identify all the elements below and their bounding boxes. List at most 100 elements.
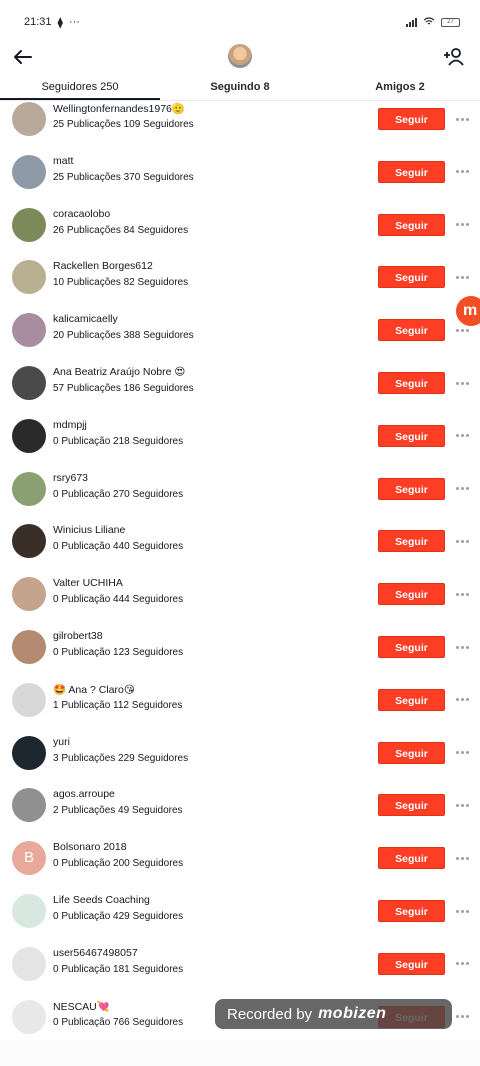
avatar[interactable] [12, 154, 46, 189]
follow-button[interactable]: Seguir [378, 583, 445, 606]
status-right: 27 [406, 16, 460, 28]
list-item[interactable]: kalicamicaelly 20 Publicações 388 Seguido… [0, 306, 480, 359]
avatar[interactable] [12, 524, 46, 559]
follow-button[interactable]: Seguir [378, 477, 445, 500]
avatar[interactable] [12, 788, 46, 823]
username[interactable]: yuri [53, 736, 70, 748]
list-item[interactable]: mdmpjj 0 Publicação 218 Seguidores Seguir [0, 412, 480, 465]
follow-button[interactable]: Seguir [378, 636, 445, 658]
avatar[interactable] [12, 366, 46, 400]
avatar[interactable] [12, 102, 46, 136]
list-item[interactable]: B Bolsonaro 2018 0 Publicação 200 Seguidor… [0, 834, 480, 887]
avatar[interactable]: B [12, 841, 46, 876]
user-stats: 0 Publicação 440 Seguidores [53, 541, 184, 553]
profile-avatar[interactable] [228, 44, 252, 68]
user-stats: 10 Publicações 82 Seguidores [53, 277, 189, 289]
avatar[interactable] [12, 999, 46, 1034]
list-item[interactable]: rsry673 0 Publicação 270 Seguidores Seguir [0, 465, 480, 518]
more-options-icon[interactable] [456, 908, 470, 914]
list-item[interactable]: Rackellen Borges612 10 Publicações 82 Seg… [0, 253, 480, 306]
more-options-icon[interactable] [456, 961, 470, 967]
add-user-icon[interactable] [441, 44, 467, 70]
list-item[interactable]: Winicius Liliane 0 Publicação 440 Seguido… [0, 517, 480, 570]
username[interactable]: Valter UCHIHA [53, 577, 123, 589]
avatar[interactable] [12, 471, 46, 506]
bottom-nav-bar [0, 1040, 480, 1066]
username[interactable]: Winicius Liliane [53, 524, 125, 536]
follow-button[interactable]: Seguir [378, 688, 445, 711]
mobizen-fab-button[interactable]: m [456, 296, 480, 326]
follow-button[interactable]: Seguir [378, 952, 445, 975]
username[interactable]: Rackellen Borges612 [53, 260, 153, 272]
list-item[interactable]: yuri 3 Publicações 229 Seguidores Seguir [0, 729, 480, 782]
list-item[interactable]: 🤩 Ana ? Claro😘 1 Publicação 112 Seguidore… [0, 676, 480, 729]
username[interactable]: Wellingtonfernandes1976🫡 [53, 102, 185, 115]
list-item[interactable]: gilrobert38 0 Publicação 123 Seguidores Se… [0, 623, 480, 676]
username[interactable]: 🤩 Ana ? Claro😘 [53, 683, 135, 696]
list-item[interactable]: agos.arroupe 2 Publicações 49 Seguidores S… [0, 781, 480, 834]
list-item[interactable]: Wellingtonfernandes1976🫡 25 Publicações 1… [0, 95, 480, 148]
follow-button[interactable]: Seguir [378, 213, 445, 236]
follow-button[interactable]: Seguir [378, 160, 445, 183]
username[interactable]: Life Seeds Coaching [53, 894, 150, 906]
username[interactable]: Bolsonaro 2018 [53, 841, 127, 853]
wifi-icon [423, 16, 435, 28]
username[interactable]: gilrobert38 [53, 630, 103, 642]
avatar[interactable] [12, 630, 46, 664]
more-options-icon[interactable] [456, 750, 470, 756]
follow-button[interactable]: Seguir [378, 741, 445, 764]
more-options-icon[interactable] [456, 1014, 470, 1020]
follow-button[interactable]: Seguir [378, 108, 445, 130]
username[interactable]: coracaolobo [53, 208, 110, 220]
follow-button[interactable]: Seguir [378, 372, 445, 394]
more-options-icon[interactable] [456, 380, 470, 386]
follow-button[interactable]: Seguir [378, 424, 445, 447]
list-item[interactable]: Life Seeds Coaching 0 Publicação 429 Segu… [0, 887, 480, 940]
username[interactable]: Ana Beatriz Araújo Nobre 😍 [53, 366, 185, 378]
follow-button[interactable]: Seguir [378, 794, 445, 817]
avatar[interactable] [12, 894, 46, 928]
more-options-icon[interactable] [456, 855, 470, 861]
avatar[interactable] [12, 260, 46, 295]
list-item[interactable]: coracaolobo 26 Publicações 84 Seguidores S… [0, 201, 480, 254]
more-options-icon[interactable] [456, 222, 470, 228]
more-options-icon[interactable] [456, 697, 470, 703]
follow-button[interactable]: Seguir [378, 530, 445, 553]
more-options-icon[interactable] [456, 538, 470, 544]
follow-button[interactable]: Seguir [378, 900, 445, 922]
more-options-icon[interactable] [456, 486, 470, 492]
more-options-icon[interactable] [456, 169, 470, 175]
avatar[interactable] [12, 735, 46, 770]
avatar[interactable] [12, 418, 46, 453]
username[interactable]: NESCAU💘 [53, 1000, 110, 1013]
more-options-icon[interactable] [456, 591, 470, 597]
more-options-icon[interactable] [456, 116, 470, 122]
list-item[interactable]: Valter UCHIHA 0 Publicação 444 Seguidores… [0, 570, 480, 623]
username[interactable]: rsry673 [53, 472, 88, 484]
list-item[interactable]: user56467498057 0 Publicação 181 Seguidor… [0, 940, 480, 993]
more-options-icon[interactable] [456, 802, 470, 808]
user-stats: 3 Publicações 229 Seguidores [53, 752, 189, 764]
user-stats: 25 Publicações 109 Seguidores [53, 119, 194, 130]
list-item[interactable]: Ana Beatriz Araújo Nobre 😍 57 Publicações… [0, 359, 480, 412]
avatar[interactable] [12, 946, 46, 981]
more-options-icon[interactable] [456, 644, 470, 650]
avatar[interactable] [12, 682, 46, 717]
username[interactable]: user56467498057 [53, 947, 138, 959]
arrow-left-icon[interactable] [10, 44, 36, 70]
list-item[interactable]: matt 25 Publicações 370 Seguidores Seguir [0, 148, 480, 201]
more-options-icon[interactable] [456, 327, 470, 333]
avatar[interactable] [12, 313, 46, 348]
username[interactable]: matt [53, 155, 73, 167]
follow-button[interactable]: Seguir [378, 266, 445, 289]
top-nav [0, 44, 480, 70]
follow-button[interactable]: Seguir [378, 319, 445, 342]
username[interactable]: agos.arroupe [53, 788, 115, 800]
avatar[interactable] [12, 577, 46, 612]
follow-button[interactable]: Seguir [378, 847, 445, 870]
more-options-icon[interactable] [456, 274, 470, 280]
username[interactable]: kalicamicaelly [53, 313, 118, 325]
avatar[interactable] [12, 207, 46, 242]
username[interactable]: mdmpjj [53, 419, 87, 431]
more-options-icon[interactable] [456, 433, 470, 439]
